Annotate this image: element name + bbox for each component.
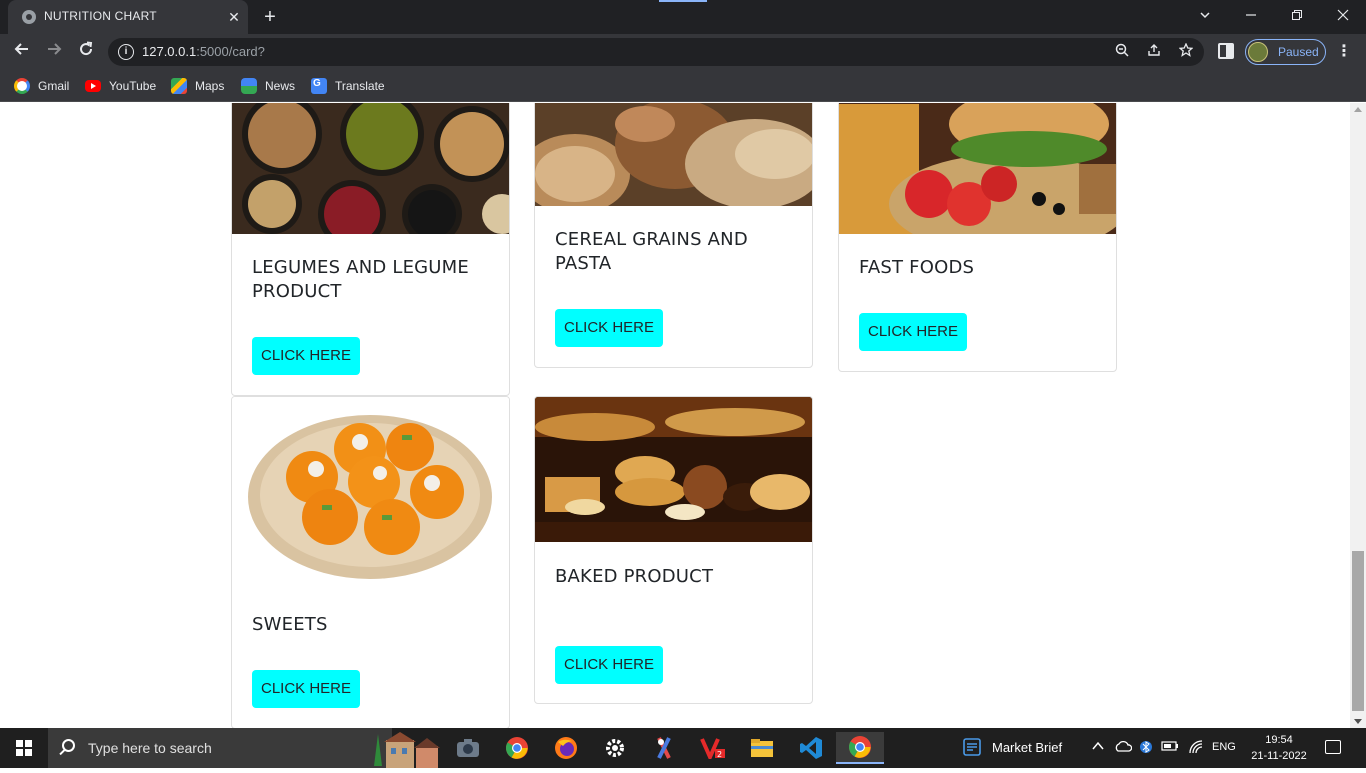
click-here-button[interactable]: CLICK HERE	[555, 309, 663, 347]
clock-date: 21-11-2022	[1251, 750, 1307, 762]
share-icon[interactable]	[1144, 42, 1164, 62]
back-arrow-icon[interactable]	[10, 40, 34, 64]
bookmark-label: Maps	[195, 79, 225, 93]
legumes-image	[232, 103, 509, 234]
restore-icon[interactable]	[1285, 6, 1309, 28]
profile-button[interactable]: Paused	[1245, 39, 1326, 65]
clock-time: 19:54	[1265, 734, 1293, 746]
card-cereal-grains: CEREAL GRAINS AND PASTA CLICK HERE	[534, 103, 813, 368]
bookmark-label: Gmail	[38, 79, 70, 93]
profile-status: Paused	[1278, 45, 1319, 59]
bookmark-news[interactable]: News	[241, 77, 295, 95]
card-fast-foods: FAST FOODS CLICK HERE	[838, 103, 1117, 372]
card-title: LEGUMES AND LEGUME PRODUCT	[252, 257, 469, 302]
market-brief-label[interactable]: Market Brief	[992, 740, 1062, 755]
news-icon	[241, 78, 257, 94]
tab-drag-indicator	[659, 0, 707, 2]
site-info-icon[interactable]: i	[118, 44, 134, 60]
zoom-icon[interactable]	[1112, 42, 1132, 62]
card-title: FAST FOODS	[859, 257, 975, 278]
page-viewport: LEGUMES AND LEGUME PRODUCT CLICK HERE CE…	[0, 103, 1350, 728]
scroll-thumb[interactable]	[1352, 551, 1364, 711]
notification-icon[interactable]	[1325, 740, 1341, 754]
taskbar-clock[interactable]: 19:54 21-11-2022	[1248, 732, 1310, 764]
side-panel-icon[interactable]	[1218, 43, 1234, 59]
avatar	[1248, 42, 1268, 62]
card-baked-product: BAKED PRODUCT CLICK HERE	[534, 396, 813, 704]
maps-icon	[171, 78, 187, 94]
windows-taskbar: Type here to search 2 Market Brief ENG 1…	[0, 728, 1366, 768]
scroll-up-icon[interactable]	[1354, 107, 1362, 112]
tab-search-icon[interactable]	[1193, 6, 1217, 28]
search-placeholder: Type here to search	[88, 740, 212, 756]
close-tab-icon[interactable]: ✕	[224, 7, 244, 27]
chrome-app-icon[interactable]	[499, 732, 535, 764]
tab-title: NUTRITION CHART	[44, 9, 157, 23]
svg-text:2: 2	[717, 750, 722, 759]
windows-start-icon[interactable]	[16, 740, 32, 756]
bookmark-gmail[interactable]: Gmail	[14, 77, 69, 95]
search-icon	[62, 739, 75, 752]
wifi-icon[interactable]	[1188, 739, 1204, 758]
globe-icon	[22, 10, 36, 24]
browser-toolbar: i 127.0.0.1:5000/card? Paused ⋮	[0, 34, 1366, 70]
baked-product-image	[535, 397, 812, 542]
forward-arrow-icon[interactable]	[42, 40, 66, 64]
page-scrollbar[interactable]	[1350, 103, 1366, 728]
cereal-grains-image	[535, 103, 812, 206]
bookmark-star-icon[interactable]	[1176, 42, 1196, 62]
click-here-button[interactable]: CLICK HERE	[859, 313, 967, 351]
new-tab-button[interactable]: +	[258, 5, 282, 29]
snipping-tool-icon[interactable]	[646, 732, 682, 764]
bookmark-label: News	[265, 79, 296, 93]
close-window-icon[interactable]	[1331, 6, 1355, 28]
news-widget-icon[interactable]	[962, 737, 982, 760]
address-bar[interactable]: i 127.0.0.1:5000/card?	[108, 38, 1204, 66]
search-highlight-image	[316, 730, 440, 768]
card-legumes: LEGUMES AND LEGUME PRODUCT CLICK HERE	[231, 103, 510, 396]
battery-icon[interactable]	[1161, 740, 1179, 755]
bluetooth-icon[interactable]	[1140, 738, 1152, 759]
card-sweets: SWEETS CLICK HERE	[231, 396, 510, 728]
tab-strip: NUTRITION CHART ✕ +	[0, 0, 1366, 34]
card-title: CEREAL GRAINS AND PASTA	[555, 229, 748, 274]
fast-foods-image	[839, 103, 1116, 234]
taskbar-search-input[interactable]: Type here to search	[48, 728, 440, 768]
bookmark-label: Translate	[335, 79, 385, 93]
card-title: BAKED PRODUCT	[555, 566, 714, 587]
bookmark-youtube[interactable]: YouTube	[85, 77, 156, 95]
editor-app-icon[interactable]: 2	[695, 732, 731, 764]
camera-app-icon[interactable]	[450, 732, 486, 764]
google-icon	[14, 78, 30, 94]
scroll-down-icon[interactable]	[1354, 719, 1362, 724]
chrome-active-app-icon[interactable]	[836, 732, 884, 764]
bookmark-maps[interactable]: Maps	[171, 77, 224, 95]
bookmark-translate[interactable]: Translate	[311, 77, 385, 95]
reload-icon[interactable]	[74, 40, 98, 64]
onedrive-cloud-icon[interactable]	[1114, 739, 1133, 756]
translate-icon	[311, 78, 327, 94]
click-here-button[interactable]: CLICK HERE	[555, 646, 663, 684]
bookmarks-bar: Gmail YouTube Maps News Translate	[0, 70, 1366, 102]
browser-tab[interactable]: NUTRITION CHART ✕	[8, 0, 248, 34]
firefox-app-icon[interactable]	[548, 732, 584, 764]
url-text: 127.0.0.1:5000/card?	[142, 44, 265, 59]
card-title: SWEETS	[252, 614, 328, 635]
click-here-button[interactable]: CLICK HERE	[252, 337, 360, 375]
vscode-icon[interactable]	[793, 732, 829, 764]
click-here-button[interactable]: CLICK HERE	[252, 670, 360, 708]
language-indicator[interactable]: ENG	[1212, 741, 1236, 753]
menu-kebab-icon[interactable]: ⋮	[1336, 40, 1352, 64]
bookmark-label: YouTube	[109, 79, 157, 93]
sweets-image	[232, 397, 509, 592]
chevron-up-icon[interactable]	[1092, 740, 1104, 755]
settings-gear-icon[interactable]	[597, 732, 633, 764]
file-explorer-icon[interactable]	[744, 732, 780, 764]
minimize-icon[interactable]	[1239, 6, 1263, 28]
youtube-icon	[85, 80, 101, 92]
